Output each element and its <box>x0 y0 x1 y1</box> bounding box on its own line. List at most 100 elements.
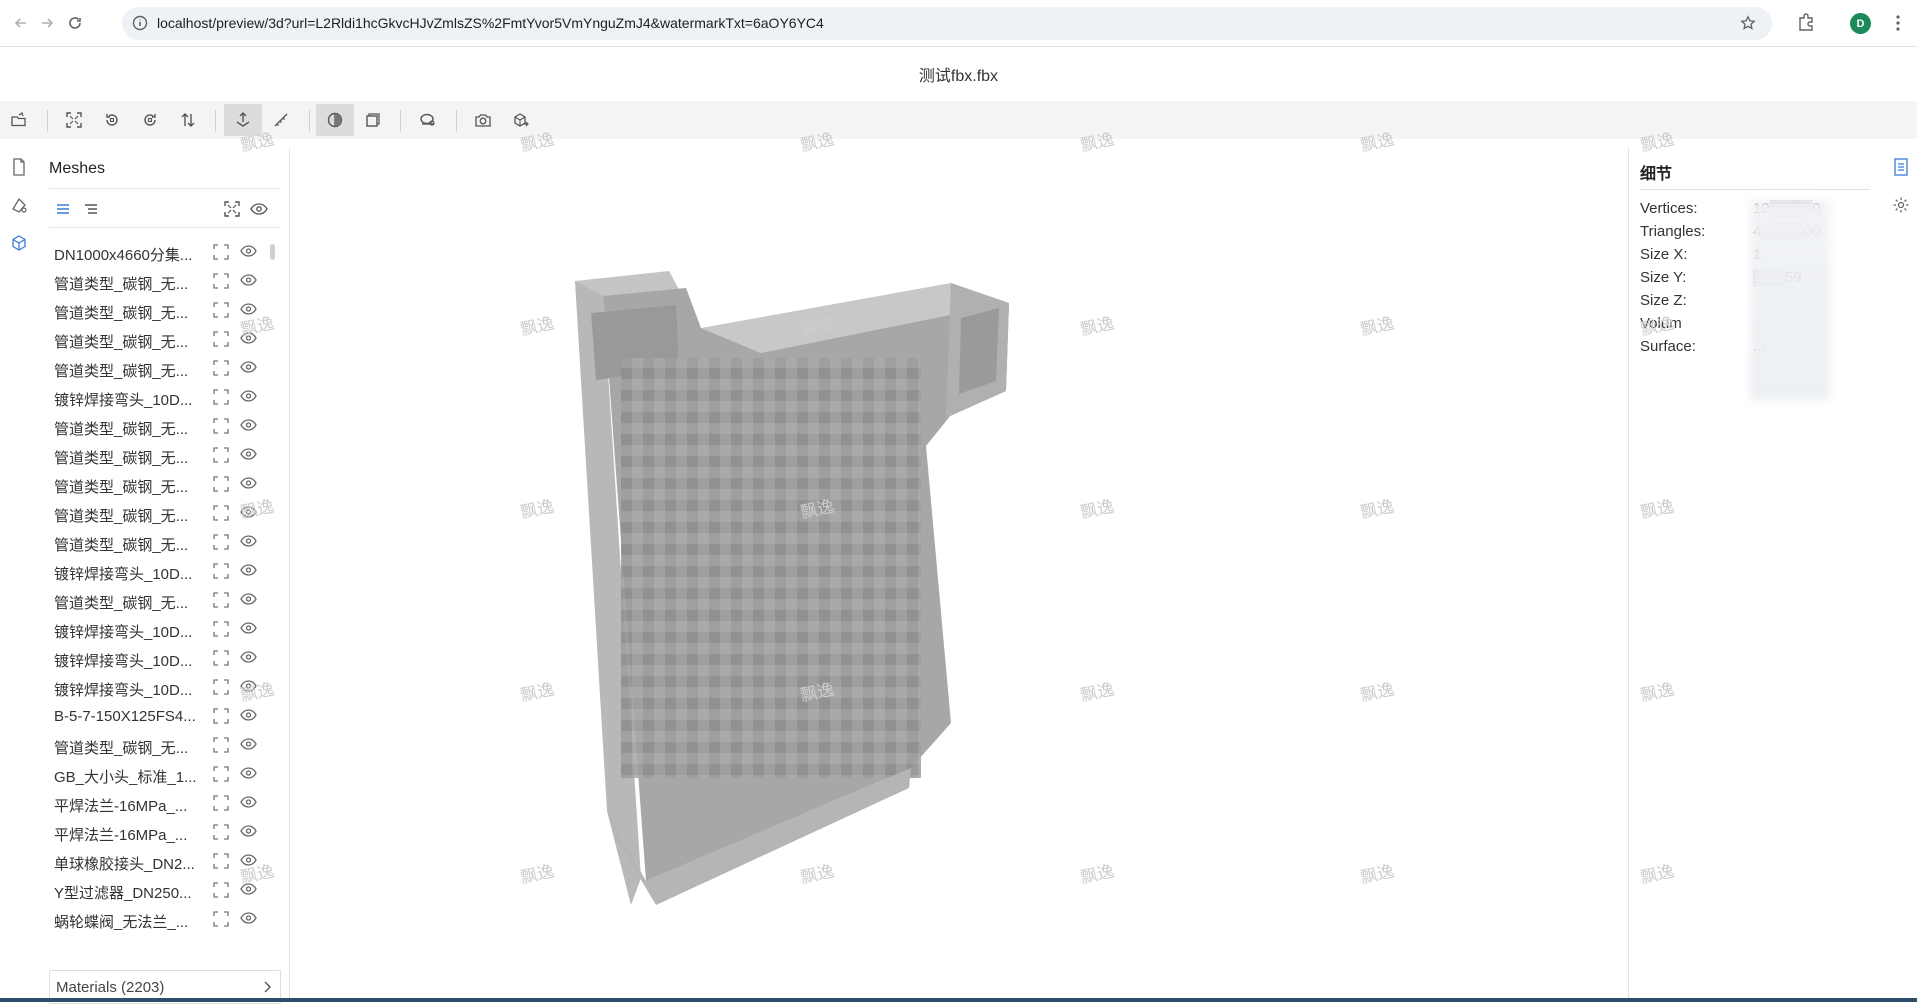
fit-icon[interactable] <box>55 104 93 136</box>
3d-viewport[interactable] <box>291 148 1627 998</box>
mesh-list-item[interactable]: 镀锌焊接弯头_10D... <box>49 644 281 673</box>
mesh-list-scrollbar[interactable] <box>270 244 275 260</box>
mesh-name[interactable]: 管道类型_碳钢_无... <box>54 737 199 758</box>
eye-icon[interactable] <box>240 622 257 634</box>
mesh-list-item[interactable]: 管道类型_碳钢_无... <box>49 441 281 470</box>
fit-mesh-icon[interactable] <box>213 534 229 550</box>
mesh-list-item[interactable]: 镀锌焊接弯头_10D... <box>49 557 281 586</box>
mesh-name[interactable]: 管道类型_碳钢_无... <box>54 302 199 323</box>
fit-mesh-icon[interactable] <box>213 418 229 434</box>
mesh-list-item[interactable]: 镀锌焊接弯头_10D... <box>49 615 281 644</box>
mesh-name[interactable]: 管道类型_碳钢_无... <box>54 505 199 526</box>
fit-mesh-icon[interactable] <box>213 244 229 260</box>
eye-icon[interactable] <box>240 912 257 924</box>
mesh-list-item[interactable]: 管道类型_碳钢_无... <box>49 412 281 441</box>
eye-icon[interactable] <box>240 709 257 721</box>
fit-mesh-icon[interactable] <box>213 824 229 840</box>
mesh-name[interactable]: 管道类型_碳钢_无... <box>54 418 199 439</box>
eye-icon[interactable] <box>240 564 257 576</box>
reload-icon[interactable] <box>62 10 88 36</box>
fit-mesh-icon[interactable] <box>213 476 229 492</box>
mesh-name[interactable]: 平焊法兰-16MPa_... <box>54 795 199 816</box>
chevron-right-icon[interactable] <box>262 980 272 994</box>
mesh-list-item[interactable]: 镀锌焊接弯头_10D... <box>49 673 281 702</box>
fit-mesh-icon[interactable] <box>213 911 229 927</box>
eye-icon[interactable] <box>240 796 257 808</box>
fit-mesh-icon[interactable] <box>213 737 229 753</box>
mesh-name[interactable]: 平焊法兰-16MPa_... <box>54 824 199 845</box>
fit-mesh-icon[interactable] <box>213 853 229 869</box>
mesh-name[interactable]: 管道类型_碳钢_无... <box>54 447 199 468</box>
mesh-list-item[interactable]: Y型过滤器_DN250... <box>49 876 281 905</box>
rotate-left-icon[interactable] <box>93 104 131 136</box>
forward-arrow-icon[interactable] <box>34 10 60 36</box>
mesh-name[interactable]: GB_大小头_标准_1... <box>54 766 199 787</box>
fit-mesh-icon[interactable] <box>213 563 229 579</box>
mesh-list-item[interactable]: 平焊法兰-16MPa_... <box>49 789 281 818</box>
mesh-name[interactable]: 管道类型_碳钢_无... <box>54 273 199 294</box>
star-icon[interactable] <box>1740 15 1756 31</box>
profile-avatar[interactable]: D <box>1850 13 1871 34</box>
mesh-list-item[interactable]: 蜗轮蝶阀_无法兰_... <box>49 905 281 930</box>
fit-mesh-icon[interactable] <box>213 331 229 347</box>
fit-mesh-icon[interactable] <box>213 447 229 463</box>
eye-icon[interactable] <box>240 245 257 257</box>
mesh-list-item[interactable]: 管道类型_碳钢_无... <box>49 296 281 325</box>
open-file-icon[interactable] <box>0 104 38 136</box>
address-bar[interactable]: localhost/preview/3d?url=L2Rldi1hcGkvcHJ… <box>122 7 1772 40</box>
eye-icon[interactable] <box>240 506 257 518</box>
eye-icon[interactable] <box>249 199 269 219</box>
eye-icon[interactable] <box>240 593 257 605</box>
mesh-name[interactable]: 管道类型_碳钢_无... <box>54 476 199 497</box>
mesh-list-item[interactable]: 平焊法兰-16MPa_... <box>49 818 281 847</box>
section-icon[interactable] <box>409 104 447 136</box>
eye-icon[interactable] <box>240 651 257 663</box>
up-vector-icon[interactable] <box>224 104 262 136</box>
mesh-list-item[interactable]: 管道类型_碳钢_无... <box>49 325 281 354</box>
mesh-name[interactable]: 管道类型_碳钢_无... <box>54 331 199 352</box>
orthographic-icon[interactable] <box>354 104 392 136</box>
mesh-list-item[interactable]: 管道类型_碳钢_无... <box>49 267 281 296</box>
eye-icon[interactable] <box>240 680 257 692</box>
mesh-name[interactable]: 单球橡胶接头_DN2... <box>54 853 199 874</box>
settings-icon[interactable] <box>1890 194 1912 216</box>
mesh-name[interactable]: DN1000x4660分集... <box>54 244 199 265</box>
mesh-list-item[interactable]: 管道类型_碳钢_无... <box>49 354 281 383</box>
eye-icon[interactable] <box>240 767 257 779</box>
fit-mesh-icon[interactable] <box>213 882 229 898</box>
perspective-icon[interactable] <box>316 104 354 136</box>
mesh-list-item[interactable]: 单球橡胶接头_DN2... <box>49 847 281 876</box>
mesh-list-item[interactable]: 管道类型_碳钢_无... <box>49 731 281 760</box>
fit-mesh-icon[interactable] <box>213 592 229 608</box>
back-arrow-icon[interactable] <box>8 10 34 36</box>
info-icon[interactable] <box>132 15 148 31</box>
mesh-list-item[interactable]: 镀锌焊接弯头_10D... <box>49 383 281 412</box>
rotate-right-icon[interactable] <box>131 104 169 136</box>
mesh-name[interactable]: Y型过滤器_DN250... <box>54 882 199 903</box>
mesh-list-item[interactable]: 管道类型_碳钢_无... <box>49 586 281 615</box>
measure-icon[interactable] <box>262 104 300 136</box>
mesh-list-item[interactable]: B-5-7-150X125FS4... <box>49 702 281 731</box>
eye-icon[interactable] <box>240 274 257 286</box>
fit-mesh-icon[interactable] <box>213 795 229 811</box>
mesh-name[interactable]: 管道类型_碳钢_无... <box>54 592 199 613</box>
fit-mesh-icon[interactable] <box>213 505 229 521</box>
fit-all-icon[interactable] <box>222 199 242 219</box>
extensions-icon[interactable] <box>1796 12 1816 32</box>
fit-mesh-icon[interactable] <box>213 621 229 637</box>
eye-icon[interactable] <box>240 361 257 373</box>
mesh-name[interactable]: 管道类型_碳钢_无... <box>54 534 199 555</box>
material-icon[interactable] <box>8 194 30 216</box>
flat-list-icon[interactable] <box>53 199 73 219</box>
fit-mesh-icon[interactable] <box>213 650 229 666</box>
mesh-name[interactable]: 镀锌焊接弯头_10D... <box>54 563 199 584</box>
eye-icon[interactable] <box>240 477 257 489</box>
details-icon[interactable] <box>1890 156 1912 178</box>
eye-icon[interactable] <box>240 303 257 315</box>
fit-mesh-icon[interactable] <box>213 302 229 318</box>
mesh-name[interactable]: 管道类型_碳钢_无... <box>54 360 199 381</box>
eye-icon[interactable] <box>240 332 257 344</box>
mesh-name[interactable]: 镀锌焊接弯头_10D... <box>54 679 199 700</box>
eye-icon[interactable] <box>240 854 257 866</box>
mesh-list-item[interactable]: 管道类型_碳钢_无... <box>49 499 281 528</box>
